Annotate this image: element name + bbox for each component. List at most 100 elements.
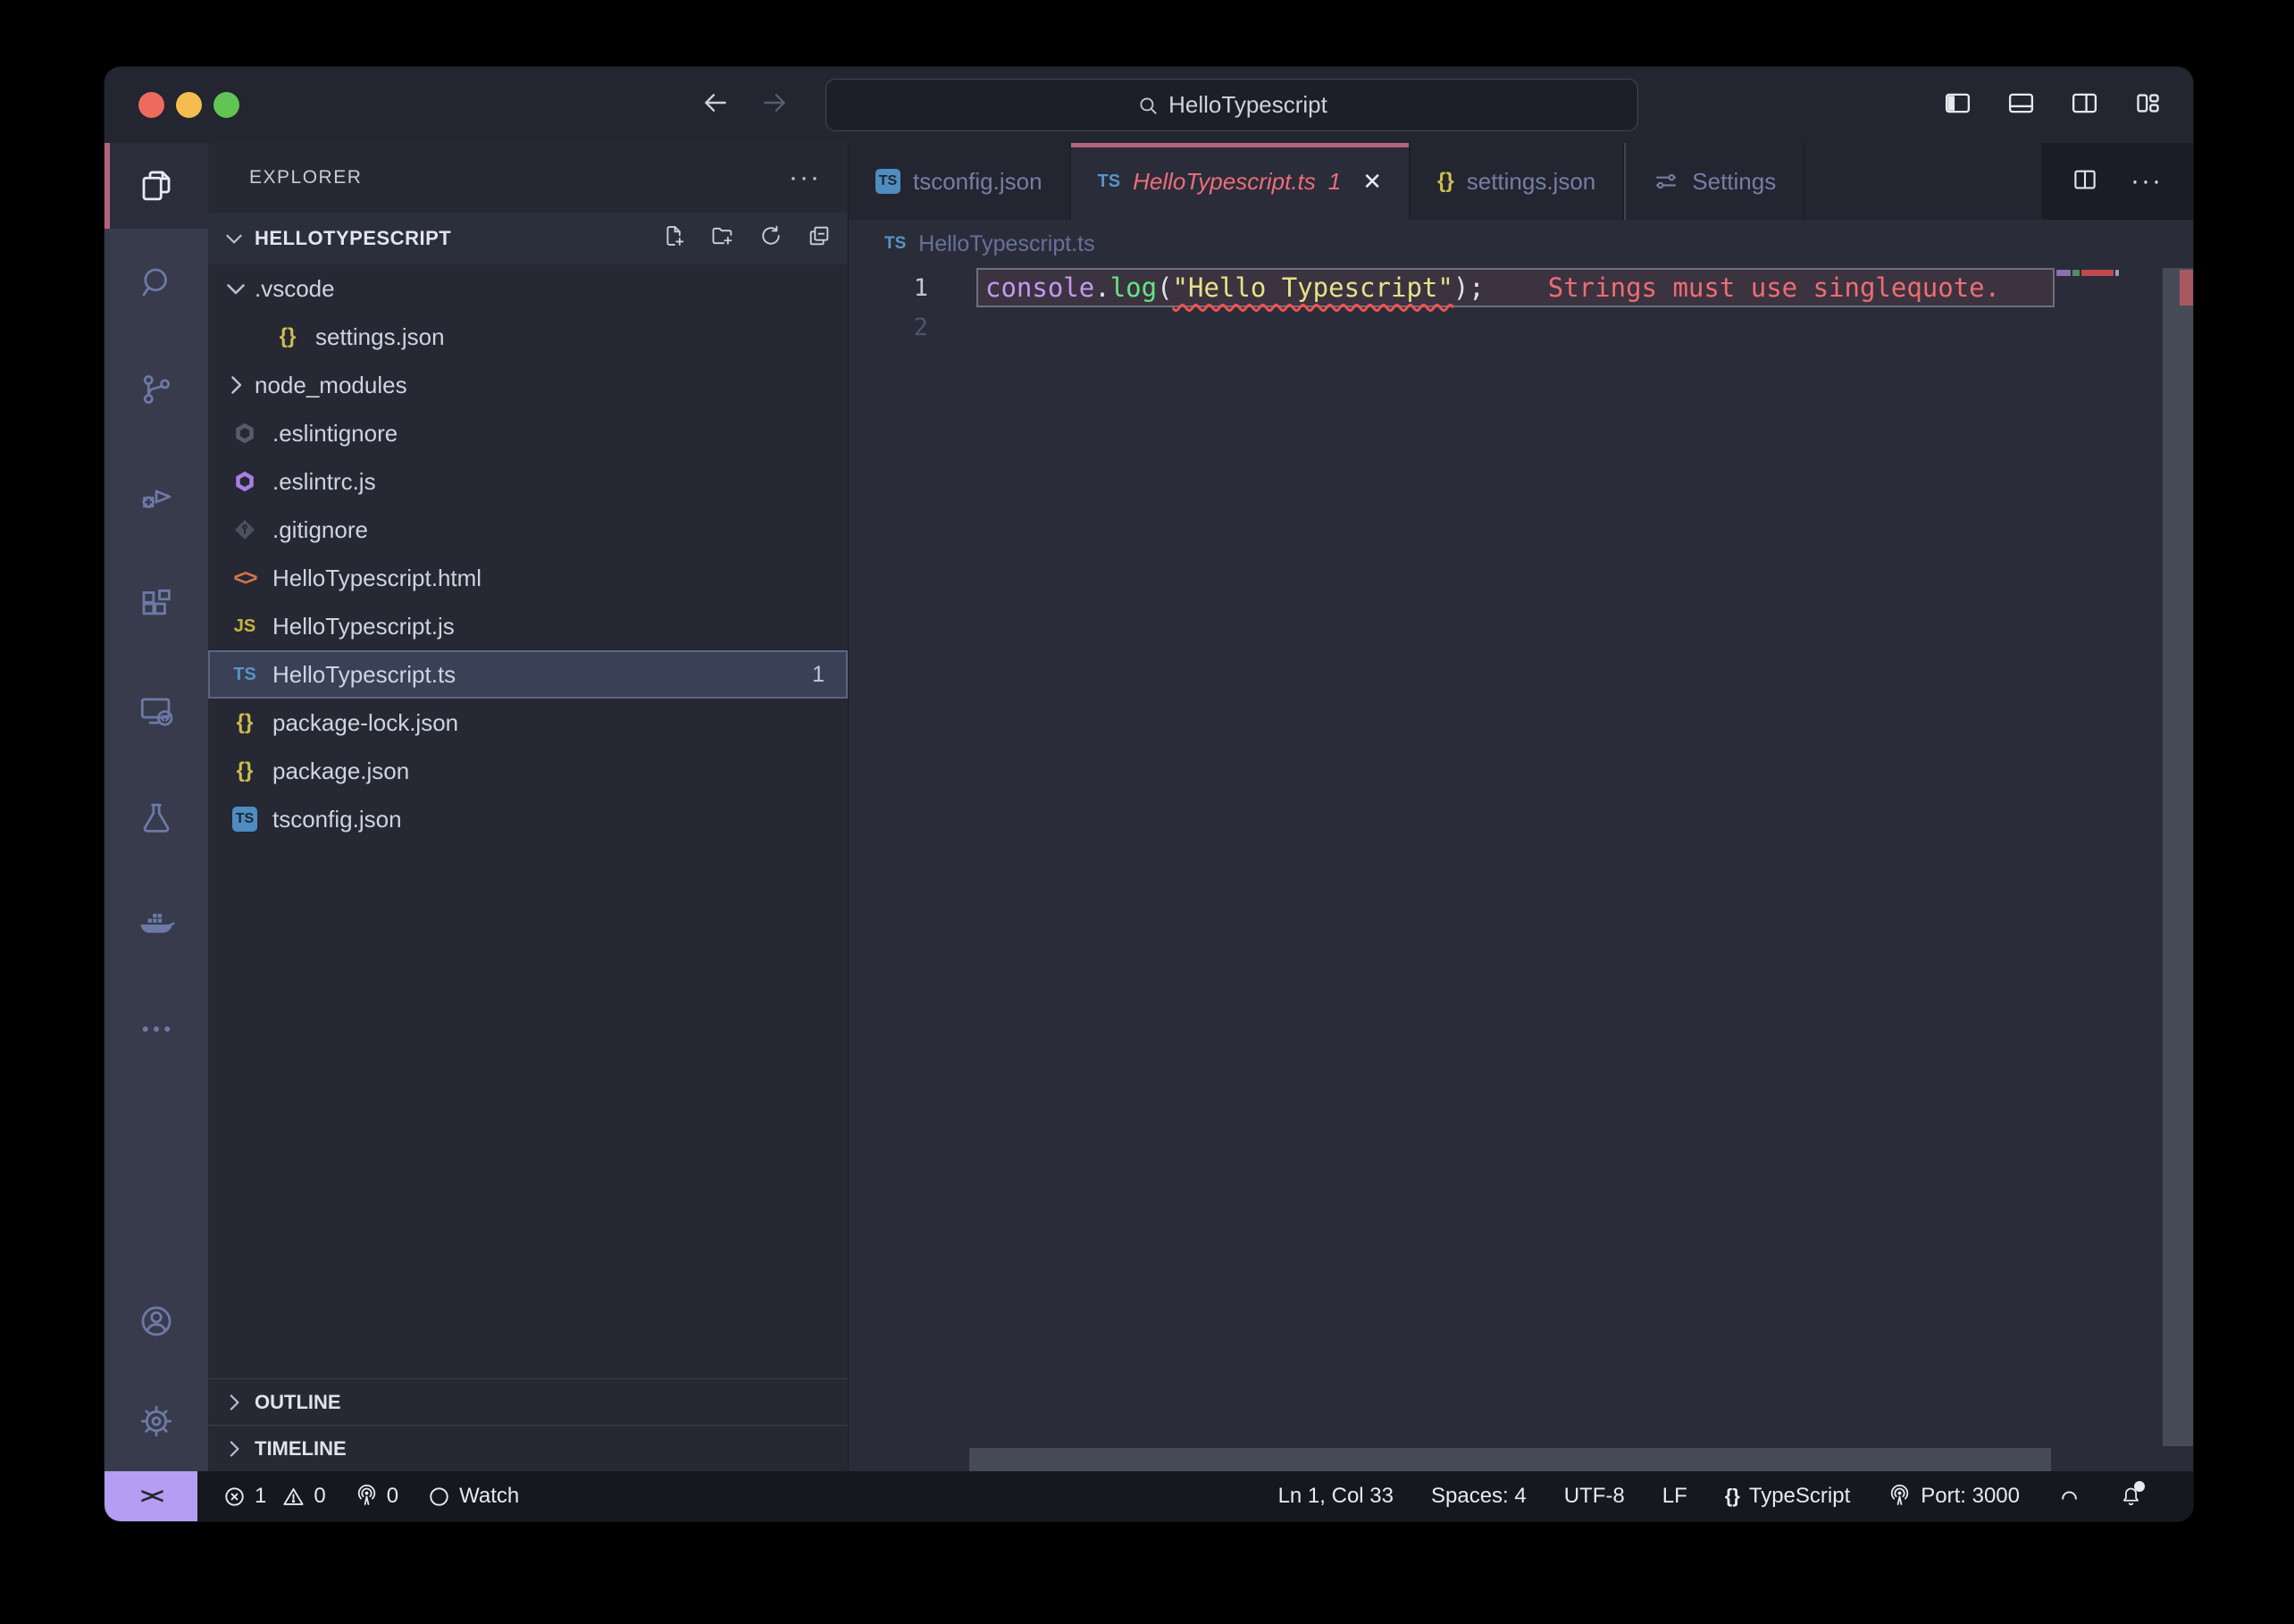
search-icon[interactable] <box>105 229 208 336</box>
new-file-icon[interactable] <box>662 223 687 254</box>
tree-item-hellotypescript-ts[interactable]: TS HelloTypescript.ts 1 <box>208 650 848 699</box>
tab-tsconfig-json[interactable]: TS tsconfig.json <box>849 143 1071 220</box>
account-icon[interactable] <box>105 1271 208 1371</box>
remote-indicator-button[interactable]: >< <box>105 1471 197 1521</box>
encoding-indicator[interactable]: UTF-8 <box>1564 1484 1625 1509</box>
minimap-code-line <box>2056 270 2119 276</box>
folder-label: .vscode <box>255 275 335 303</box>
tab-hellotypescript-ts[interactable]: TS HelloTypescript.ts 1 ✕ <box>1071 143 1411 220</box>
back-arrow-icon[interactable] <box>701 88 730 121</box>
minimize-button[interactable] <box>176 92 202 118</box>
docker-whale-icon[interactable] <box>105 872 208 979</box>
json-braces-icon: {} <box>228 710 262 735</box>
extensions-icon[interactable] <box>105 550 208 657</box>
minimap[interactable] <box>2055 268 2163 1446</box>
refresh-icon[interactable] <box>758 223 783 254</box>
run-debug-icon[interactable] <box>105 443 208 550</box>
code-line-1: 1 console.log("Hello Typescript");String… <box>849 268 2193 307</box>
file-label: .eslintrc.js <box>272 468 376 496</box>
tree-item-tsconfig-json[interactable]: TS tsconfig.json <box>208 795 848 843</box>
file-label: .gitignore <box>272 516 368 544</box>
remote-explorer-icon[interactable] <box>105 657 208 765</box>
file-label: tsconfig.json <box>272 806 402 833</box>
close-tab-icon[interactable]: ✕ <box>1362 168 1382 196</box>
tree-item-eslintrc[interactable]: .eslintrc.js <box>208 457 848 506</box>
tab-settings-json[interactable]: {} settings.json <box>1411 143 1624 220</box>
json-braces-icon: {} <box>1725 1485 1740 1508</box>
file-label: HelloTypescript.js <box>272 613 455 640</box>
watch-indicator[interactable]: Watch <box>427 1484 519 1509</box>
tree-item-package-lock-json[interactable]: {} package-lock.json <box>208 699 848 747</box>
file-label: .eslintignore <box>272 420 398 448</box>
testing-flask-icon[interactable] <box>105 765 208 872</box>
json-braces-icon: {} <box>271 324 305 349</box>
vertical-scrollbar-slider[interactable] <box>2163 268 2193 1446</box>
forward-arrow-icon[interactable] <box>760 88 789 121</box>
line-number: 2 <box>849 314 976 341</box>
tab-settings[interactable]: Settings <box>1624 143 1804 220</box>
breadcrumb-file: HelloTypescript.ts <box>918 231 1094 257</box>
new-folder-icon[interactable] <box>710 223 735 254</box>
command-center-search[interactable]: HelloTypescript <box>826 80 1637 130</box>
error-circle-icon <box>222 1485 247 1509</box>
source-control-icon[interactable] <box>105 336 208 443</box>
collapse-all-icon[interactable] <box>807 223 832 254</box>
code-editor[interactable]: 1 console.log("Hello Typescript");String… <box>849 268 2193 1471</box>
port-indicator[interactable]: Port: 3000 <box>1888 1484 2020 1509</box>
cursor-position[interactable]: Ln 1, Col 33 <box>1278 1484 1394 1509</box>
indentation-indicator[interactable]: Spaces: 4 <box>1431 1484 1527 1509</box>
explorer-title: EXPLORER <box>249 167 362 188</box>
search-icon <box>1136 94 1160 117</box>
vscode-window: HelloTypescript <box>105 67 2193 1521</box>
window-controls <box>138 92 239 118</box>
tree-item-vscode[interactable]: .vscode <box>208 264 848 313</box>
customize-layout-icon[interactable] <box>2133 88 2163 122</box>
close-button[interactable] <box>138 92 164 118</box>
line-number: 1 <box>849 274 976 302</box>
code-line-2: 2 <box>849 307 2193 347</box>
explorer-sidebar: EXPLORER ··· HELLOTYPESCRIPT .vscode <box>208 143 849 1471</box>
toggle-panel-icon[interactable] <box>2006 88 2036 122</box>
outline-section-header[interactable]: OUTLINE <box>208 1378 848 1425</box>
notification-dot <box>2134 1481 2145 1492</box>
warning-triangle-icon <box>281 1485 306 1509</box>
tree-item-hellotypescript-js[interactable]: JS HelloTypescript.js <box>208 602 848 650</box>
tree-item-node-modules[interactable]: node_modules <box>208 361 848 409</box>
remote-icon: >< <box>140 1484 161 1510</box>
vertical-scrollbar[interactable] <box>2163 268 2193 1446</box>
breadcrumb[interactable]: TS HelloTypescript.ts <box>849 220 2193 268</box>
watch-label: Watch <box>459 1484 519 1509</box>
editor-group: TS tsconfig.json TS HelloTypescript.ts 1… <box>849 143 2193 1471</box>
eol-indicator[interactable]: LF <box>1662 1484 1687 1509</box>
toggle-sidebar-icon[interactable] <box>1943 88 1972 122</box>
notifications-bell-icon[interactable] <box>2119 1485 2143 1509</box>
explorer-files-icon[interactable] <box>105 143 208 229</box>
chevron-down-icon <box>221 225 247 252</box>
split-editor-icon[interactable] <box>2072 166 2098 197</box>
problems-indicator[interactable]: 1 0 <box>222 1484 326 1509</box>
more-views-icon[interactable] <box>105 979 208 1079</box>
tree-item-package-json[interactable]: {} package.json <box>208 747 848 795</box>
explorer-section-header[interactable]: HELLOTYPESCRIPT <box>208 213 848 264</box>
sync-arc-icon[interactable] <box>2057 1485 2081 1509</box>
tree-item-eslintignore[interactable]: .eslintignore <box>208 409 848 457</box>
language-mode[interactable]: {} TypeScript <box>1725 1484 1851 1509</box>
file-label: HelloTypescript.html <box>272 565 481 592</box>
editor-actions: ··· <box>2041 143 2193 220</box>
explorer-more-actions-icon[interactable]: ··· <box>789 163 821 193</box>
chevron-down-icon <box>221 273 251 304</box>
timeline-section-header[interactable]: TIMELINE <box>208 1425 848 1471</box>
ts-badge-icon: TS <box>228 807 262 832</box>
toggle-secondary-sidebar-icon[interactable] <box>2070 88 2099 122</box>
chevron-right-icon <box>221 370 251 400</box>
tree-item-settings-json[interactable]: {} settings.json <box>208 313 848 361</box>
maximize-button[interactable] <box>213 92 239 118</box>
ports-indicator[interactable]: 0 <box>355 1484 398 1509</box>
warning-count: 0 <box>314 1484 325 1509</box>
horizontal-scrollbar[interactable] <box>969 1448 2051 1471</box>
tree-item-gitignore[interactable]: .gitignore <box>208 506 848 554</box>
settings-gear-icon[interactable] <box>105 1371 208 1471</box>
more-actions-icon[interactable]: ··· <box>2131 166 2163 197</box>
tree-item-hellotypescript-html[interactable]: <> HelloTypescript.html <box>208 554 848 602</box>
section-title: HELLOTYPESCRIPT <box>255 227 451 250</box>
